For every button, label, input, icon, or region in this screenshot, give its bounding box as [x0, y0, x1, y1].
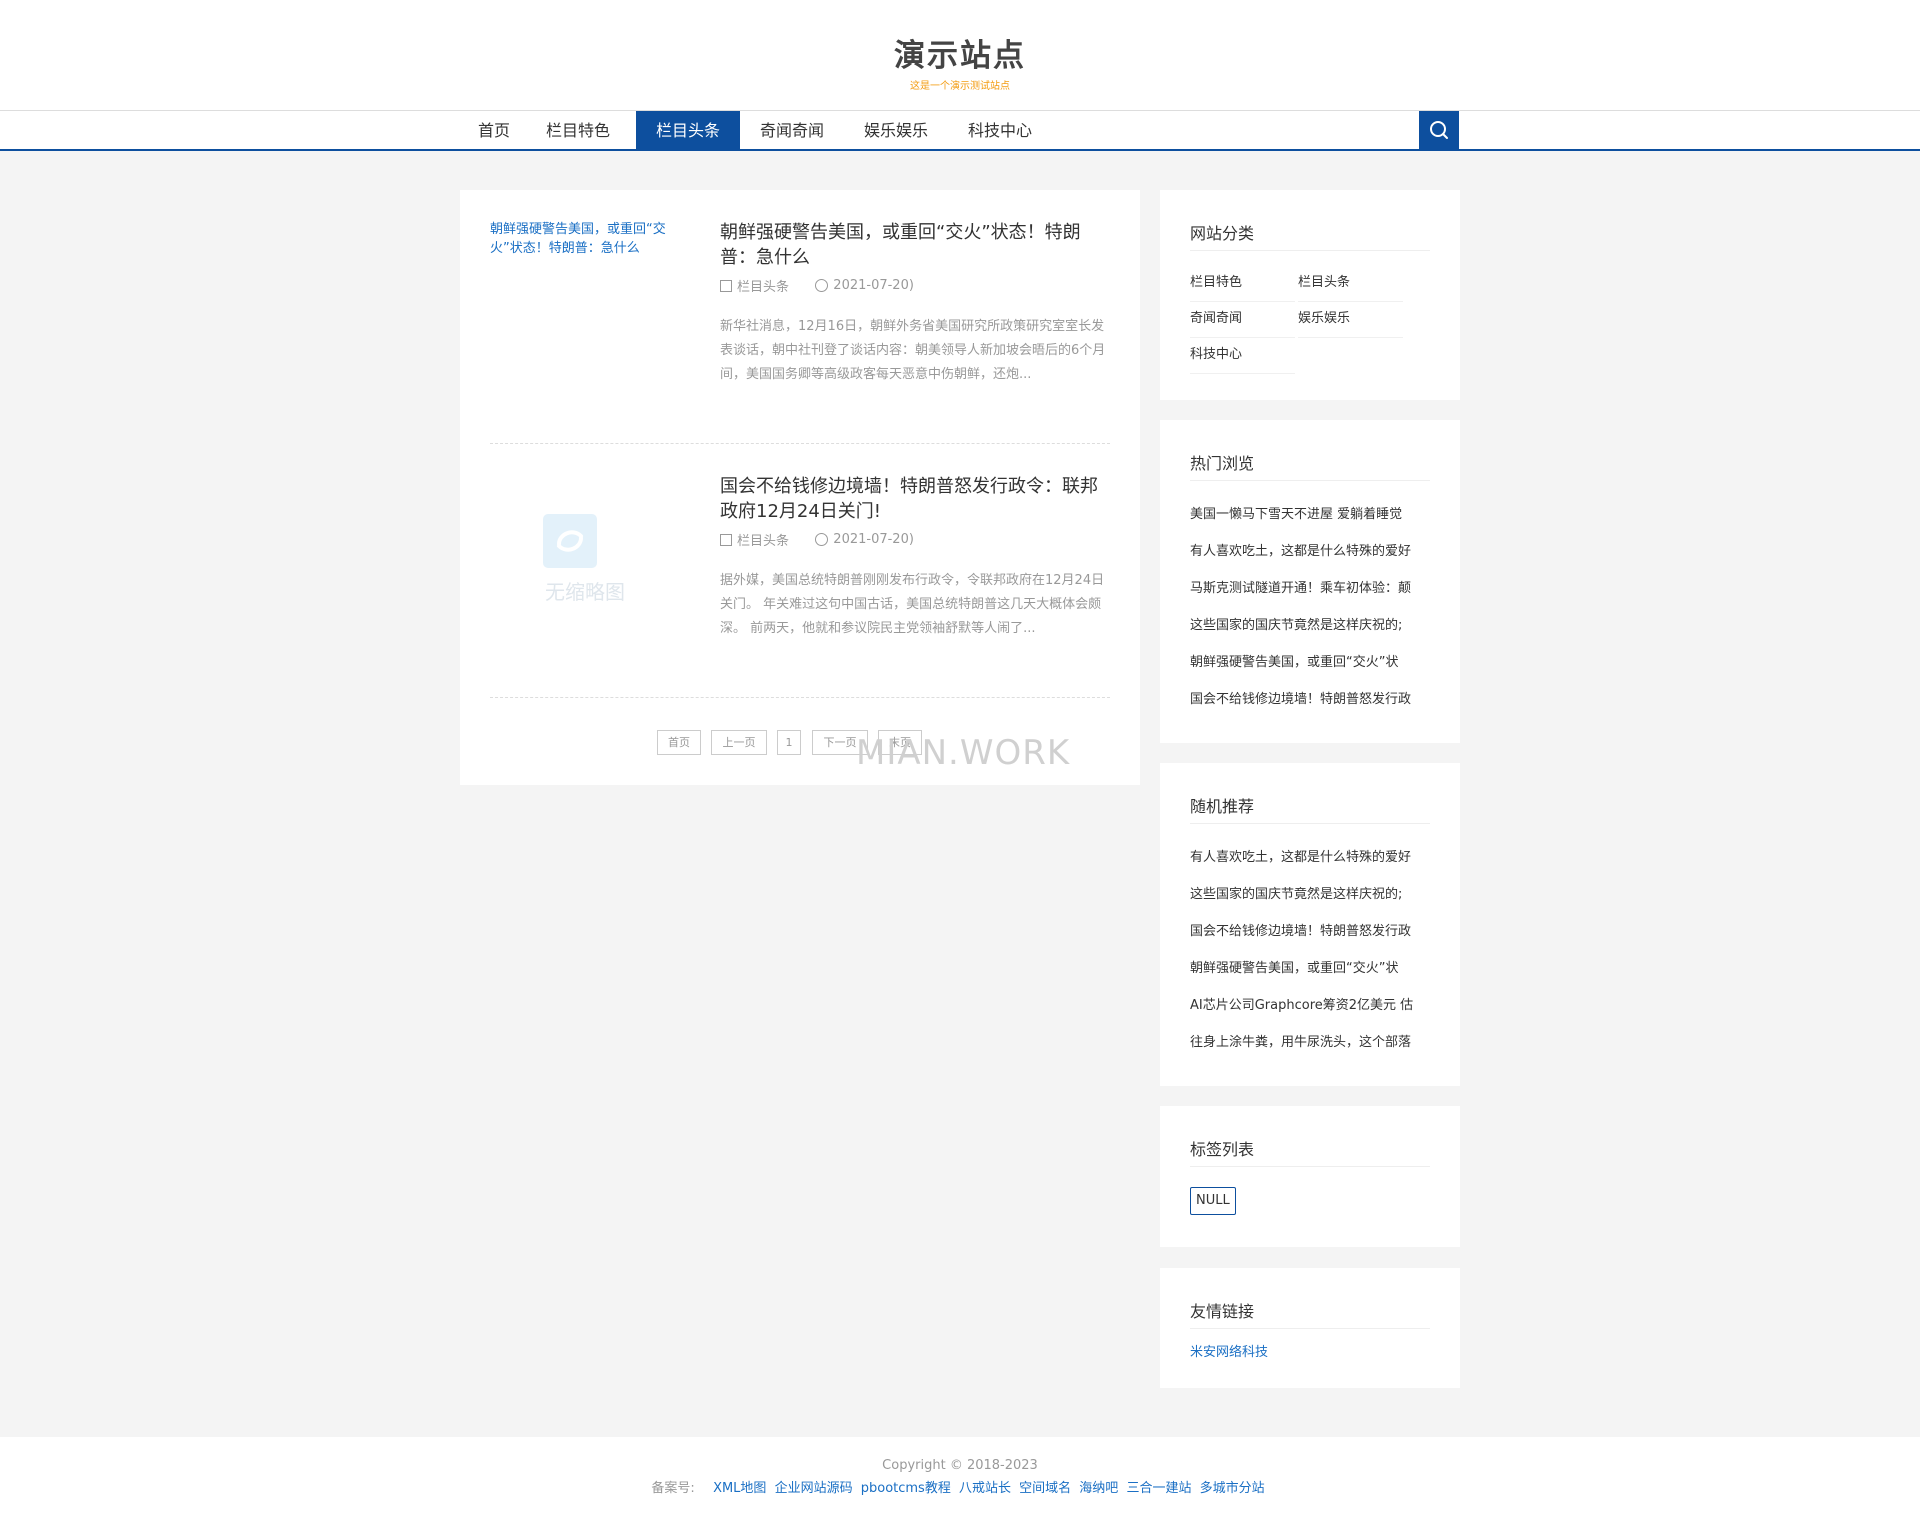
article-meta: 栏目头条 2021-07-20): [720, 530, 914, 549]
site-subtitle: 这是一个演示测试站点: [910, 81, 1010, 92]
tag-chip[interactable]: NULL: [1190, 1187, 1236, 1215]
category-icon: [720, 533, 732, 546]
clock-icon: [815, 279, 829, 292]
site-title: 演示站点: [894, 38, 1026, 74]
divider: [490, 697, 1110, 698]
sidebar-random: 随机推荐 有人喜欢吃土，这都是什么特殊的爱好 这些国家的国庆节竟然是这样庆祝的;…: [1160, 763, 1460, 1086]
article-title[interactable]: 朝鲜强硬警告美国，或重回“交火”状态！特朗普：急什么: [720, 220, 1110, 270]
site-logo[interactable]: 演示站点 这是一个演示测试站点: [0, 30, 1920, 92]
no-image-label: 无缩略图: [545, 580, 625, 604]
article-thumbnail[interactable]: 无缩略图: [490, 474, 680, 624]
article-list-card: 朝鲜强硬警告美国，或重回“交火”状态！特朗普：急什么 朝鲜强硬警告美国，或重回“…: [460, 190, 1140, 785]
hot-article-link[interactable]: 有人喜欢吃土，这都是什么特殊的爱好: [1190, 540, 1430, 559]
footer-link[interactable]: 空间域名: [1019, 1481, 1071, 1496]
footer-link[interactable]: 多城市分站: [1200, 1481, 1265, 1496]
nav-item-oddities[interactable]: 奇闻奇闻: [740, 111, 844, 150]
pager-prev[interactable]: 上一页: [711, 730, 767, 755]
random-article-link[interactable]: 有人喜欢吃土，这都是什么特殊的爱好: [1190, 846, 1430, 865]
category-link[interactable]: 科技中心: [1190, 340, 1295, 374]
main-nav: 首页 栏目特色 栏目头条 奇闻奇闻 娱乐娱乐 科技中心: [0, 110, 1920, 151]
copyright-text: Copyright © 2018-2023: [882, 1458, 1038, 1473]
article-category[interactable]: 栏目头条: [737, 530, 789, 549]
category-link[interactable]: 栏目头条: [1298, 268, 1403, 302]
thumbnail-alt-text: 朝鲜强硬警告美国，或重回“交火”状态！特朗普：急什么: [490, 222, 666, 256]
divider: [490, 443, 1110, 444]
nav-item-home[interactable]: 首页: [460, 111, 528, 150]
random-article-link[interactable]: 往身上涂牛粪，用牛尿洗头，这个部落: [1190, 1031, 1430, 1050]
hot-article-link[interactable]: 国会不给钱修边境墙！特朗普怒发行政: [1190, 688, 1430, 707]
watermark: MIAN.WORK: [856, 733, 1071, 773]
sidebar-links: 友情链接 米安网络科技: [1160, 1268, 1460, 1388]
search-button[interactable]: [1419, 111, 1459, 150]
sidebar-categories: 网站分类 栏目特色 栏目头条 奇闻奇闻 娱乐娱乐 科技中心: [1160, 190, 1460, 400]
category-link[interactable]: 栏目特色: [1190, 268, 1295, 302]
site-header: 演示站点 这是一个演示测试站点: [0, 0, 1920, 110]
pager-current[interactable]: 1: [777, 730, 801, 755]
record-label: 备案号:: [651, 1481, 695, 1496]
hot-article-link[interactable]: 美国一懒马下雪天不进屋 爱躺着睡觉: [1190, 503, 1430, 522]
nav-item-entertainment[interactable]: 娱乐娱乐: [844, 111, 948, 150]
article-item: 朝鲜强硬警告美国，或重回“交火”状态！特朗普：急什么 朝鲜强硬警告美国，或重回“…: [490, 220, 1110, 410]
article-date: 2021-07-20): [833, 532, 914, 547]
footer-link-sitemap[interactable]: XML地图: [713, 1481, 766, 1496]
category-link[interactable]: 娱乐娱乐: [1298, 304, 1403, 338]
nav-item-tech[interactable]: 科技中心: [948, 111, 1052, 150]
footer-link[interactable]: 海纳吧: [1079, 1481, 1118, 1496]
sidebar-hot: 热门浏览 美国一懒马下雪天不进屋 爱躺着睡觉 有人喜欢吃土，这都是什么特殊的爱好…: [1160, 420, 1460, 743]
section-title: 随机推荐: [1190, 793, 1430, 824]
category-link[interactable]: 奇闻奇闻: [1190, 304, 1295, 338]
footer-link[interactable]: 企业网站源码: [775, 1481, 853, 1496]
hot-article-link[interactable]: 马斯克测试隧道开通！乘车初体验：颠: [1190, 577, 1430, 596]
article-title[interactable]: 国会不给钱修边境墙！特朗普怒发行政令：联邦政府12月24日关门!: [720, 474, 1110, 524]
article-summary: 据外媒，美国总统特朗普刚刚发布行政令，令联邦政府在12月24日关门。 年关难过这…: [720, 573, 1105, 636]
article-summary: 新华社消息，12月16日，朝鲜外务省美国研究所政策研究室室长发表谈话，朝中社刊登…: [720, 319, 1106, 382]
article-category[interactable]: 栏目头条: [737, 276, 789, 295]
clock-icon: [815, 533, 829, 546]
footer-link[interactable]: 八戒站长: [959, 1481, 1011, 1496]
friend-link[interactable]: 米安网络科技: [1190, 1341, 1268, 1360]
random-article-link[interactable]: AI芯片公司Graphcore筹资2亿美元 估: [1190, 994, 1430, 1013]
article-meta: 栏目头条 2021-07-20): [720, 276, 914, 295]
sidebar-tags: 标签列表 NULL: [1160, 1106, 1460, 1247]
category-icon: [720, 279, 732, 292]
footer-link[interactable]: pbootcms教程: [861, 1481, 951, 1496]
site-footer: Copyright © 2018-2023 备案号: XML地图 企业网站源码 …: [0, 1437, 1920, 1513]
footer-links: 备案号: XML地图 企业网站源码 pbootcms教程 八戒站长 空间域名 海…: [0, 1477, 1920, 1496]
article-thumbnail[interactable]: 朝鲜强硬警告美国，或重回“交火”状态！特朗普：急什么: [490, 220, 680, 370]
section-title: 热门浏览: [1190, 450, 1430, 481]
article-item: 无缩略图 国会不给钱修边境墙！特朗普怒发行政令：联邦政府12月24日关门! 栏目…: [490, 474, 1110, 664]
nav-item-headlines[interactable]: 栏目头条: [636, 111, 740, 150]
section-title: 友情链接: [1190, 1298, 1430, 1329]
random-article-link[interactable]: 国会不给钱修边境墙！特朗普怒发行政: [1190, 920, 1430, 939]
article-date: 2021-07-20): [833, 278, 914, 293]
section-title: 标签列表: [1190, 1136, 1430, 1167]
random-article-link[interactable]: 这些国家的国庆节竟然是这样庆祝的;: [1190, 883, 1430, 902]
section-title: 网站分类: [1190, 220, 1430, 251]
search-icon: [1430, 121, 1448, 139]
footer-link[interactable]: 三合一建站: [1126, 1481, 1191, 1496]
pager-first[interactable]: 首页: [657, 730, 701, 755]
nav-item-features[interactable]: 栏目特色: [528, 111, 628, 150]
no-image-icon: [543, 514, 597, 568]
hot-article-link[interactable]: 朝鲜强硬警告美国，或重回“交火”状: [1190, 651, 1430, 670]
random-article-link[interactable]: 朝鲜强硬警告美国，或重回“交火”状: [1190, 957, 1430, 976]
hot-article-link[interactable]: 这些国家的国庆节竟然是这样庆祝的;: [1190, 614, 1430, 633]
